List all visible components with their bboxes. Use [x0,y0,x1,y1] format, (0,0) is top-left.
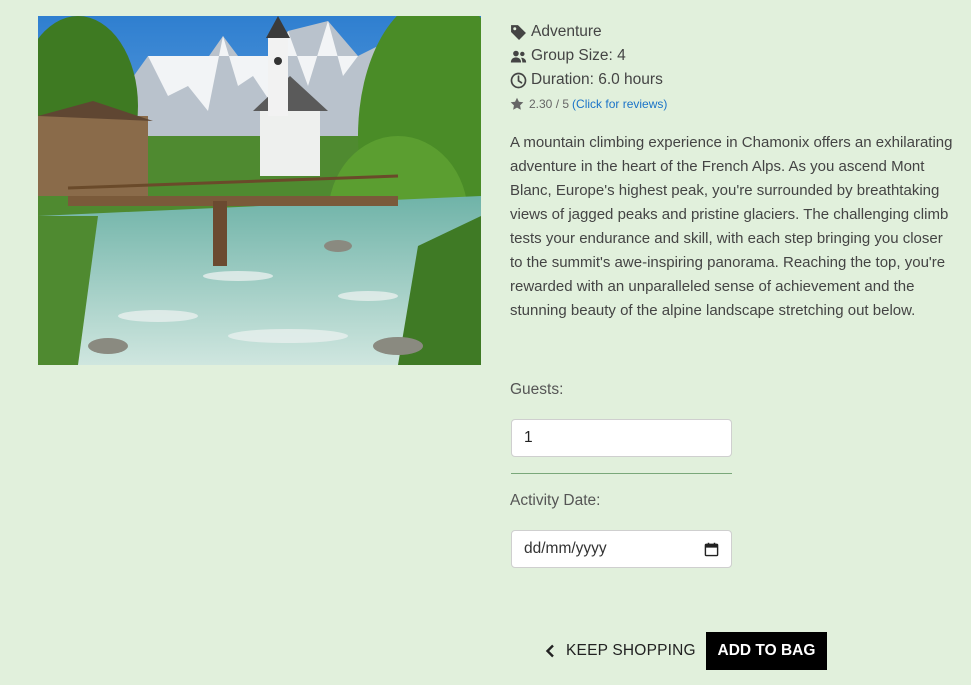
field-divider [511,473,732,474]
guests-label: Guests: [510,381,564,398]
group-size-text: Group Size: 4 [531,47,626,64]
star-icon [510,97,524,111]
alpine-village-image [38,16,481,365]
rating-line: 2.30 / 5 (Click for reviews) [510,92,955,116]
product-description: A mountain climbing experience in Chamon… [510,134,953,319]
group-size-line: Group Size: 4 [510,44,955,68]
category-text: Adventure [531,23,602,40]
product-image [38,16,481,365]
users-icon [510,48,527,65]
calendar-icon[interactable] [704,542,719,557]
chevron-left-icon [544,644,558,658]
duration-line: Duration: 6.0 hours [510,68,955,92]
clock-icon [510,72,527,89]
date-placeholder: dd/mm/yyyy [524,540,607,557]
activity-date-input[interactable]: dd/mm/yyyy [511,530,732,568]
activity-date-label: Activity Date: [510,492,601,509]
duration-text: Duration: 6.0 hours [531,71,663,88]
tag-icon [510,24,527,41]
reviews-link[interactable]: (Click for reviews) [572,97,667,111]
product-details: Adventure Group Size: 4 Duration: 6.0 ho… [510,20,955,323]
keep-shopping-label: KEEP SHOPPING [566,642,696,659]
guests-input[interactable] [511,419,732,457]
add-to-bag-button[interactable]: ADD TO BAG [706,632,827,670]
category-line: Adventure [510,20,955,44]
keep-shopping-button[interactable]: KEEP SHOPPING [544,632,696,670]
rating-value: 2.30 / 5 [529,97,570,111]
